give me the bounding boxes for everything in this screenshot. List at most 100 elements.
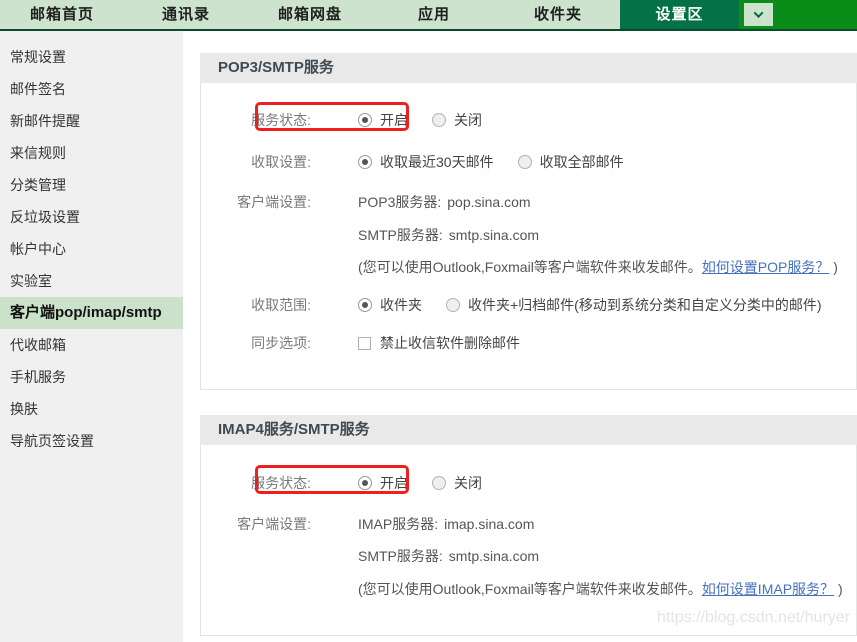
radio-checked-icon xyxy=(358,155,372,169)
imap4-panel-body: 服务状态: 开启 关闭 客户端设置: xyxy=(200,445,857,636)
chevron-down-icon xyxy=(754,8,764,18)
sidebar-item-fetch-mailbox[interactable]: 代收邮箱 xyxy=(0,329,183,361)
nav-tab-mail-home[interactable]: 邮箱首页 xyxy=(0,0,124,29)
fetch-scope-options: 收件夹 收件夹+归档邮件(移动到系统分类和自定义分类中的邮件) xyxy=(358,295,822,315)
client-setting-details: IMAP服务器: imap.sina.com SMTP服务器: smtp.sin… xyxy=(358,514,843,599)
client-setting-label: 客户端设置: xyxy=(201,192,311,212)
imap4-smtp-panel: IMAP4服务/SMTP服务 服务状态: 开启 关闭 xyxy=(200,415,857,636)
main-content: POP3/SMTP服务 服务状态: 开启 关闭 xyxy=(200,31,857,642)
radio-option-label: 收取全部邮件 xyxy=(540,152,624,172)
pop3-sync-option-row: 同步选项: 禁止收信软件删除邮件 xyxy=(201,333,856,353)
radio-unchecked-icon xyxy=(518,155,532,169)
sidebar-item-antispam[interactable]: 反垃圾设置 xyxy=(0,201,183,233)
watermark-text: https://blog.csdn.net/huryer xyxy=(657,609,850,627)
radio-checked-icon xyxy=(358,298,372,312)
imap4-client-setting-row: 客户端设置: IMAP服务器: imap.sina.com SMTP服务器: s… xyxy=(201,514,856,599)
sidebar-item-skin[interactable]: 换肤 xyxy=(0,393,183,425)
settings-sidebar: 常规设置 邮件签名 新邮件提醒 来信规则 分类管理 反垃圾设置 帐户中心 实验室… xyxy=(0,31,183,642)
server-name: IMAP服务器: xyxy=(358,514,438,534)
fetch-recent-30-days-option[interactable]: 收取最近30天邮件 xyxy=(358,152,494,172)
sidebar-item-client-pop-imap-smtp[interactable]: 客户端pop/imap/smtp xyxy=(0,297,183,329)
radio-option-label: 关闭 xyxy=(454,473,482,493)
checkbox-label: 禁止收信软件删除邮件 xyxy=(380,333,520,353)
pop3-status-on-option[interactable]: 开启 xyxy=(358,110,408,130)
client-setting-label: 客户端设置: xyxy=(201,514,311,534)
fetch-setting-label: 收取设置: xyxy=(201,152,311,172)
sidebar-item-signature[interactable]: 邮件签名 xyxy=(0,73,183,105)
sidebar-item-mail-rules[interactable]: 来信规则 xyxy=(0,137,183,169)
pop3-server-line: POP3服务器: pop.sina.com xyxy=(358,192,531,212)
forbid-delete-checkbox-option[interactable]: 禁止收信软件删除邮件 xyxy=(358,333,520,353)
how-to-set-imap-link[interactable]: 如何设置IMAP服务？ xyxy=(702,581,834,597)
service-status-label: 服务状态: xyxy=(201,473,311,493)
fetch-scope-label: 收取范围: xyxy=(201,295,311,315)
scope-inbox-archive-option[interactable]: 收件夹+归档邮件(移动到系统分类和自定义分类中的邮件) xyxy=(446,295,822,315)
page-body: 常规设置 邮件签名 新邮件提醒 来信规则 分类管理 反垃圾设置 帐户中心 实验室… xyxy=(0,31,857,642)
nav-tab-inbox[interactable]: 收件夹 xyxy=(496,0,620,29)
scope-inbox-option[interactable]: 收件夹 xyxy=(358,295,422,315)
server-address: imap.sina.com xyxy=(444,514,534,534)
top-navigation: 邮箱首页 通讯录 邮箱网盘 应用 收件夹 设置区 xyxy=(0,0,857,31)
pop3-panel-title: POP3/SMTP服务 xyxy=(200,53,857,83)
fetch-all-mail-option[interactable]: 收取全部邮件 xyxy=(518,152,624,172)
radio-unchecked-icon xyxy=(432,113,446,127)
client-note: (您可以使用Outlook,Foxmail等客户端软件来收发邮件。如何设置IMA… xyxy=(358,579,843,599)
radio-option-label: 收取最近30天邮件 xyxy=(380,152,494,172)
imap-server-line: IMAP服务器: imap.sina.com xyxy=(358,514,534,534)
checkbox-unchecked-icon xyxy=(358,337,371,350)
client-note: (您可以使用Outlook,Foxmail等客户端软件来收发邮件。如何设置POP… xyxy=(358,257,838,277)
pop3-status-off-option[interactable]: 关闭 xyxy=(432,110,482,130)
imap4-panel-title: IMAP4服务/SMTP服务 xyxy=(200,415,857,445)
smtp-server-line: SMTP服务器: smtp.sina.com xyxy=(358,225,539,245)
server-name: SMTP服务器: xyxy=(358,546,443,566)
sidebar-item-account-center[interactable]: 帐户中心 xyxy=(0,233,183,265)
server-address: smtp.sina.com xyxy=(449,546,539,566)
server-address: pop.sina.com xyxy=(447,192,530,212)
note-text: ) xyxy=(838,581,843,597)
radio-option-label: 关闭 xyxy=(454,110,482,130)
sidebar-item-general[interactable]: 常规设置 xyxy=(0,41,183,73)
fetch-setting-options: 收取最近30天邮件 收取全部邮件 xyxy=(358,152,624,172)
note-text: (您可以使用Outlook,Foxmail等客户端软件来收发邮件。 xyxy=(358,581,702,597)
service-status-label: 服务状态: xyxy=(201,110,311,130)
radio-option-label: 收件夹 xyxy=(380,295,422,315)
how-to-set-pop-link[interactable]: 如何设置POP服务？ xyxy=(702,259,830,275)
service-status-options: 开启 关闭 xyxy=(358,110,482,130)
radio-option-label: 开启 xyxy=(380,110,408,130)
note-text: (您可以使用Outlook,Foxmail等客户端软件来收发邮件。 xyxy=(358,259,702,275)
pop3-fetch-setting-row: 收取设置: 收取最近30天邮件 收取全部邮件 xyxy=(201,152,856,172)
settings-dropdown-button[interactable] xyxy=(744,3,773,26)
nav-tab-apps[interactable]: 应用 xyxy=(372,0,496,29)
pop3-client-setting-row: 客户端设置: POP3服务器: pop.sina.com SMTP服务器: sm… xyxy=(201,192,856,277)
pop3-smtp-panel: POP3/SMTP服务 服务状态: 开启 关闭 xyxy=(200,53,857,390)
radio-checked-icon xyxy=(358,113,372,127)
nav-tab-contacts[interactable]: 通讯录 xyxy=(124,0,248,29)
pop3-panel-body: 服务状态: 开启 关闭 收取设置: xyxy=(200,83,857,390)
imap4-status-on-option[interactable]: 开启 xyxy=(358,473,408,493)
sidebar-item-new-mail-alert[interactable]: 新邮件提醒 xyxy=(0,105,183,137)
sync-option-value: 禁止收信软件删除邮件 xyxy=(358,333,520,353)
server-name: SMTP服务器: xyxy=(358,225,443,245)
sidebar-item-mobile-service[interactable]: 手机服务 xyxy=(0,361,183,393)
sidebar-item-nav-tabs-setting[interactable]: 导航页签设置 xyxy=(0,425,183,457)
radio-option-label: 开启 xyxy=(380,473,408,493)
radio-option-label: 收件夹+归档邮件(移动到系统分类和自定义分类中的邮件) xyxy=(468,295,822,315)
sync-option-label: 同步选项: xyxy=(201,333,311,353)
server-name: POP3服务器: xyxy=(358,192,441,212)
radio-unchecked-icon xyxy=(432,476,446,490)
imap4-service-status-row: 服务状态: 开启 关闭 xyxy=(201,473,856,493)
note-text: ) xyxy=(833,259,838,275)
nav-tab-netdisk[interactable]: 邮箱网盘 xyxy=(248,0,372,29)
service-status-options: 开启 关闭 xyxy=(358,473,482,493)
sidebar-item-labs[interactable]: 实验室 xyxy=(0,265,183,297)
radio-checked-icon xyxy=(358,476,372,490)
smtp-server-line: SMTP服务器: smtp.sina.com xyxy=(358,546,539,566)
nav-tab-settings[interactable]: 设置区 xyxy=(620,0,739,29)
sidebar-item-category[interactable]: 分类管理 xyxy=(0,169,183,201)
radio-unchecked-icon xyxy=(446,298,460,312)
pop3-fetch-scope-row: 收取范围: 收件夹 收件夹+归档邮件(移动到系统分类和自定义分类中的邮件) xyxy=(201,295,856,315)
nav-right-filler xyxy=(739,0,857,29)
server-address: smtp.sina.com xyxy=(449,225,539,245)
client-setting-details: POP3服务器: pop.sina.com SMTP服务器: smtp.sina… xyxy=(358,192,838,277)
imap4-status-off-option[interactable]: 关闭 xyxy=(432,473,482,493)
